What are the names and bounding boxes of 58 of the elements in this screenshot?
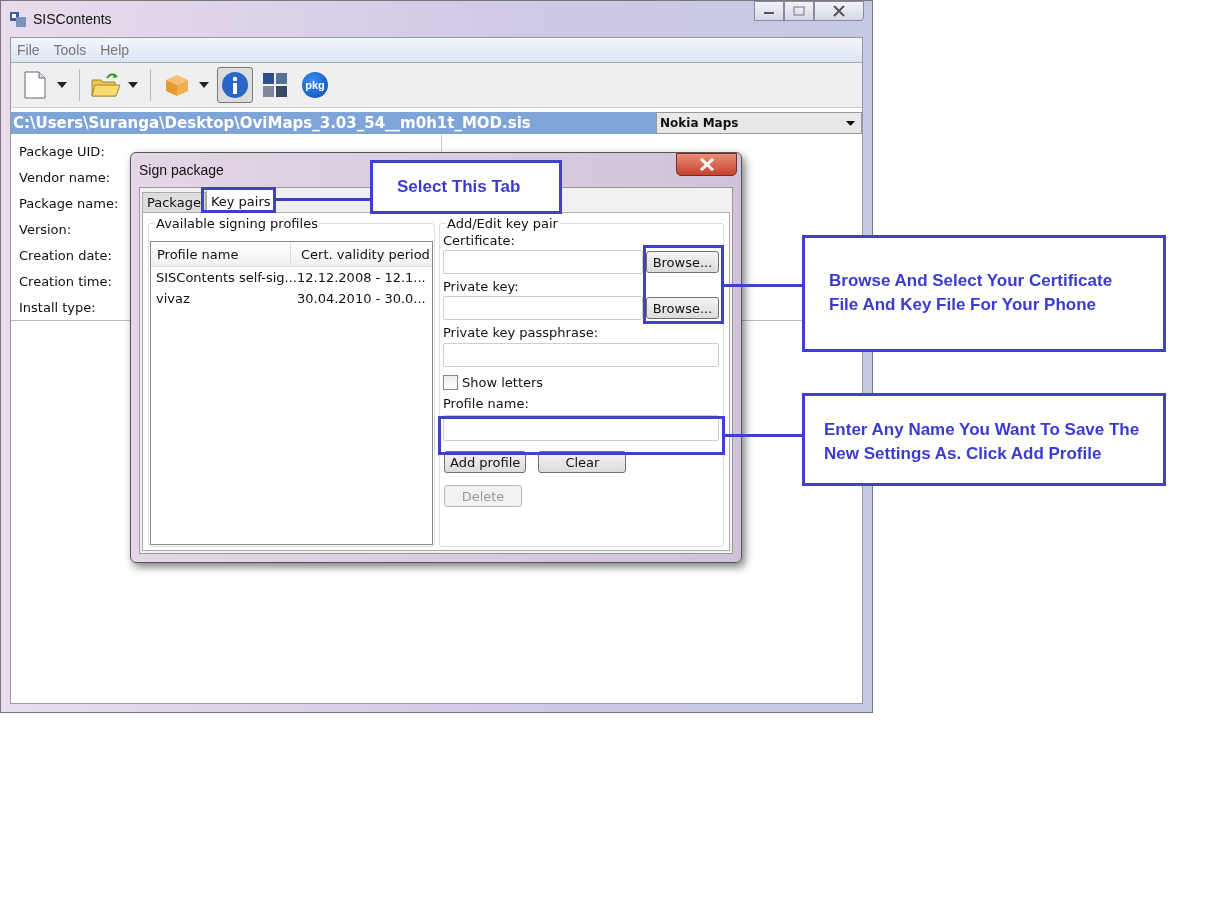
column-header[interactable]: Profile name: [151, 242, 291, 266]
callout-text: Select This Tab: [397, 176, 521, 198]
minimize-button[interactable]: [754, 1, 784, 21]
file-path: C:\Users\Suranga\Desktop\OviMaps_3.03_54__m0h1t_MOD.sis: [12, 113, 532, 134]
table-cell-text: SISContents self-sig...: [155, 270, 297, 285]
menu-item[interactable]: File: [17, 42, 40, 58]
callout-text: Browse And Select Your Certificate File And Key File For Your Phone: [829, 271, 1113, 314]
close-icon: [832, 5, 846, 17]
table-cell-text: vivaz: [155, 291, 191, 306]
field-label: Creation time:: [19, 273, 113, 289]
callout-text: Enter Any Name You Want To Save The New Settings As. Click Add Profile: [824, 420, 1140, 463]
caret-icon[interactable]: [199, 82, 209, 88]
close-button[interactable]: [676, 153, 737, 176]
checkbox[interactable]: [443, 375, 458, 390]
field-label: Private key:: [443, 279, 520, 294]
group-title: Add/Edit key pair: [446, 216, 559, 231]
profile-name-field[interactable]: [443, 415, 719, 441]
toolbar-button[interactable]: [217, 67, 253, 103]
info-icon: [221, 71, 249, 99]
close-button[interactable]: [814, 1, 864, 21]
app-icon: [9, 10, 27, 28]
field-label: Install type:: [19, 299, 97, 315]
caret-icon[interactable]: [128, 82, 138, 88]
menu-item[interactable]: Help: [100, 42, 130, 58]
table-cell: 12.12.2008 - 12.1...: [297, 270, 426, 285]
field-label: Package UID:: [19, 143, 106, 159]
maximize-icon: [793, 6, 805, 16]
box-icon: [164, 73, 190, 97]
tiles-icon: [262, 72, 288, 98]
document-icon: [23, 71, 47, 99]
tab[interactable]: Package: [142, 192, 206, 212]
package-select[interactable]: Nokia Maps: [656, 112, 862, 134]
field-label: Vendor name:: [19, 169, 112, 185]
field-label: Creation date:: [19, 247, 113, 263]
action-button[interactable]: Clear: [538, 451, 627, 473]
maximize-button[interactable]: [784, 1, 814, 21]
field-label: Profile name:: [443, 396, 530, 411]
certificate-field[interactable]: [443, 250, 643, 274]
window-title: SISContents: [33, 11, 112, 27]
caret-icon: [846, 120, 855, 126]
private-key-field[interactable]: [443, 296, 643, 320]
field-label: Certificate:: [443, 233, 516, 248]
dialog-title: Sign package: [139, 162, 224, 178]
browse-button[interactable]: Browse...: [646, 251, 719, 273]
field-label: Private key passphrase:: [443, 325, 600, 340]
field-label: Package name:: [19, 195, 120, 211]
table-cell: 30.04.2010 - 30.0...: [297, 291, 426, 306]
checkbox-label: Show letters: [462, 375, 544, 390]
browse-button[interactable]: Browse...: [646, 297, 719, 319]
field-label: Version:: [19, 221, 73, 237]
column-header[interactable]: Cert. validity period: [291, 242, 432, 266]
group-title: Available signing profiles: [155, 216, 319, 231]
passphrase-field[interactable]: [443, 343, 719, 367]
close-icon: [698, 158, 715, 171]
menu-item[interactable]: Tools: [53, 42, 87, 58]
caret-icon[interactable]: [57, 82, 67, 88]
action-button[interactable]: Add profile: [444, 451, 527, 473]
folder-icon: [91, 72, 121, 98]
